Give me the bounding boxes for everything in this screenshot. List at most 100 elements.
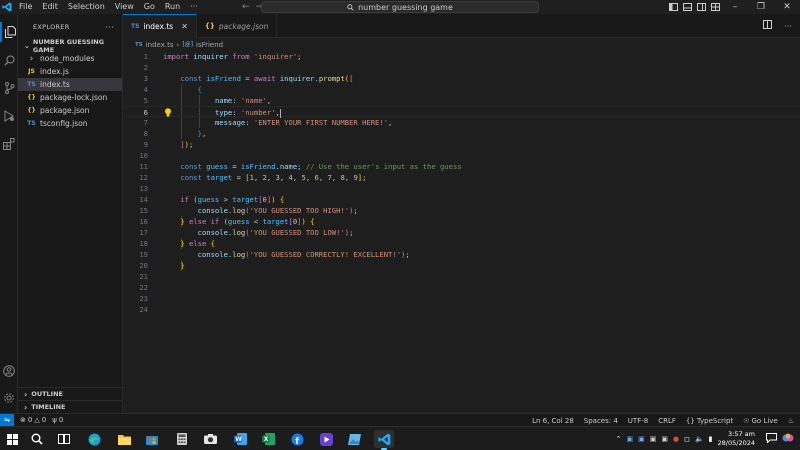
camera-icon[interactable] bbox=[200, 430, 220, 448]
error-icon: ⊗ bbox=[20, 416, 26, 424]
taskbar-search-icon[interactable] bbox=[27, 430, 47, 448]
outline-section[interactable]: › OUTLINE bbox=[18, 387, 123, 400]
restore-icon[interactable]: ❐ bbox=[748, 0, 774, 14]
indentation[interactable]: Spaces: 4 bbox=[584, 417, 618, 425]
line-number: 13 bbox=[139, 184, 148, 193]
edge-browser-icon[interactable] bbox=[84, 430, 104, 448]
excel-app-icon[interactable]: X bbox=[258, 430, 278, 448]
code-line: 4 { bbox=[123, 84, 800, 95]
tree-item-index-js[interactable]: JS index.js bbox=[18, 65, 122, 78]
facebook-app-icon[interactable]: f bbox=[287, 430, 307, 448]
menu-go[interactable]: Go bbox=[139, 0, 160, 14]
encoding[interactable]: UTF-8 bbox=[628, 417, 648, 425]
more-actions-icon[interactable]: ··· bbox=[105, 23, 114, 32]
toggle-secondary-sidebar-icon[interactable] bbox=[694, 0, 708, 14]
ports-status[interactable]: ψ 0 bbox=[52, 416, 63, 424]
tray-app-icon[interactable]: ▣ bbox=[661, 435, 668, 443]
copilot-icon[interactable] bbox=[782, 432, 794, 446]
line-number: 5 bbox=[143, 96, 148, 105]
breadcrumb-symbol[interactable]: isFriend bbox=[196, 41, 223, 49]
line-number: 19 bbox=[139, 250, 148, 259]
network-wifi-icon[interactable]: ◻ bbox=[684, 435, 690, 443]
command-center-text: number guessing game bbox=[358, 2, 453, 12]
code-line: 20 } bbox=[123, 260, 800, 271]
tree-item-index-ts[interactable]: TS index.ts bbox=[18, 78, 122, 91]
tree-item-label: tsconfig.json bbox=[40, 119, 88, 128]
line-number: 10 bbox=[139, 151, 148, 160]
settings-gear-icon[interactable] bbox=[0, 388, 18, 408]
tree-item-package-json[interactable]: {} package.json bbox=[18, 104, 122, 117]
explorer-title: EXPLORER bbox=[33, 23, 70, 31]
line-number: 20 bbox=[139, 261, 148, 270]
task-view-icon[interactable] bbox=[54, 430, 74, 448]
search-icon[interactable] bbox=[0, 50, 18, 70]
workspace-folder[interactable]: ⌄ NUMBER GUESSING GAME bbox=[18, 38, 122, 54]
toggle-panel-icon[interactable] bbox=[680, 0, 694, 14]
editor-tabs: TS index.ts ✕ {} package.json ··· bbox=[123, 14, 800, 38]
go-live-label: Go Live bbox=[751, 416, 778, 425]
breadcrumb: TS index.ts › [@] isFriend bbox=[123, 39, 800, 50]
menu-run[interactable]: Run bbox=[160, 0, 185, 14]
menu-selection[interactable]: Selection bbox=[63, 0, 110, 14]
close-icon[interactable]: ✕ bbox=[181, 22, 188, 31]
toggle-primary-sidebar-icon[interactable] bbox=[666, 0, 680, 14]
problems-status[interactable]: ⊗ 0 △ 0 bbox=[20, 416, 46, 424]
code-line: 16 } else if (guess < target[0]) { bbox=[123, 216, 800, 227]
close-icon[interactable]: ✕ bbox=[774, 0, 800, 14]
battery-icon[interactable]: ▮ bbox=[709, 435, 713, 443]
vscode-taskbar-icon[interactable] bbox=[374, 430, 394, 450]
language-mode[interactable]: {} TypeScript bbox=[686, 417, 733, 425]
file-explorer-icon[interactable] bbox=[114, 430, 134, 448]
menu-view[interactable]: View bbox=[110, 0, 139, 14]
notifications-bell-icon[interactable]: ♨ bbox=[788, 417, 794, 425]
json-file-icon: {} bbox=[27, 94, 36, 101]
remote-indicator-icon[interactable]: ⇋ bbox=[0, 413, 14, 427]
tab-package-json[interactable]: {} package.json bbox=[197, 14, 278, 38]
code-line: 5 name: 'name', bbox=[123, 95, 800, 106]
windows-start-icon[interactable] bbox=[2, 430, 22, 448]
code-line: 13 bbox=[123, 183, 800, 194]
tray-app-icon[interactable]: ● bbox=[673, 435, 679, 443]
tree-item-package-lock-json[interactable]: {} package-lock.json bbox=[18, 91, 122, 104]
tray-app-icon[interactable]: ▣ bbox=[650, 435, 657, 443]
chevron-right-icon: › bbox=[176, 40, 180, 49]
volume-speaker-icon[interactable]: 🔈 bbox=[695, 435, 704, 443]
code-editor[interactable]: 1 import inquirer from 'inquirer'; 2 3 c… bbox=[123, 51, 800, 413]
menu-file[interactable]: File bbox=[14, 0, 37, 14]
source-control-icon[interactable] bbox=[0, 78, 18, 98]
tray-app-icon[interactable]: ▣ bbox=[638, 435, 645, 443]
code-line: 17 console.log('YOU GUESSED TOO LOW!'); bbox=[123, 227, 800, 238]
menu-edit[interactable]: Edit bbox=[37, 0, 63, 14]
run-debug-icon[interactable] bbox=[0, 106, 18, 126]
account-icon[interactable] bbox=[0, 361, 18, 381]
command-center-search[interactable]: number guessing game bbox=[261, 1, 539, 13]
media-player-icon[interactable] bbox=[316, 430, 336, 448]
more-actions-icon[interactable]: ··· bbox=[784, 22, 792, 31]
go-live-button[interactable]: ☉ Go Live bbox=[743, 417, 778, 425]
timeline-section[interactable]: › TIMELINE bbox=[18, 400, 123, 413]
extensions-icon[interactable] bbox=[0, 134, 18, 154]
calculator-icon[interactable] bbox=[172, 430, 192, 448]
customize-layout-icon[interactable] bbox=[708, 0, 722, 14]
microsoft-store-icon[interactable] bbox=[142, 430, 162, 448]
menu-more[interactable]: ··· bbox=[185, 0, 203, 14]
show-hidden-icons-icon[interactable]: ⌃ bbox=[616, 435, 622, 443]
explorer-icon[interactable] bbox=[0, 22, 18, 42]
breadcrumb-file[interactable]: index.ts bbox=[146, 41, 174, 49]
status-bar: ⇋ ⊗ 0 △ 0 ψ 0 Ln 6, Col 28 Spaces: 4 UTF… bbox=[0, 413, 800, 427]
word-app-icon[interactable]: W bbox=[230, 430, 250, 448]
end-of-line[interactable]: CRLF bbox=[658, 417, 676, 425]
notification-center-icon[interactable] bbox=[766, 433, 777, 445]
timeline-label: TIMELINE bbox=[31, 403, 66, 411]
clock[interactable]: 3:57 am 28/05/2024 bbox=[718, 430, 755, 448]
tray-app-icon[interactable]: ▣ bbox=[627, 435, 634, 443]
cursor-position[interactable]: Ln 6, Col 28 bbox=[532, 417, 574, 425]
minimize-icon[interactable]: – bbox=[722, 0, 748, 14]
tab-index-ts[interactable]: TS index.ts ✕ bbox=[123, 14, 197, 38]
code-line: 15 console.log('YOU GUESSED TOO HIGH!'); bbox=[123, 205, 800, 216]
photos-app-icon[interactable] bbox=[344, 430, 364, 448]
back-arrow-icon[interactable]: ← bbox=[242, 2, 250, 12]
split-editor-icon[interactable] bbox=[763, 20, 773, 32]
tree-item-tsconfig-json[interactable]: TS tsconfig.json bbox=[18, 117, 122, 130]
variable-symbol-icon: [@] bbox=[182, 41, 193, 48]
